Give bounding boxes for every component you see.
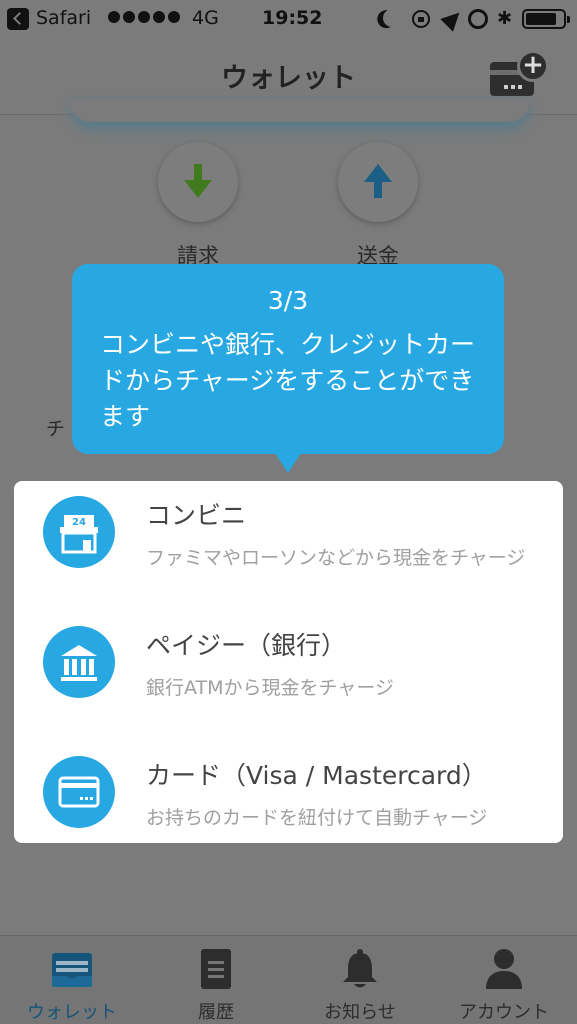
tab-account[interactable]: アカウント — [432, 936, 576, 1024]
bank-icon — [43, 626, 115, 698]
tab-label: お知らせ — [324, 1002, 396, 1023]
alarm-icon — [468, 9, 488, 29]
tab-label: アカウント — [459, 1002, 549, 1023]
tab-label: 履歴 — [198, 1002, 234, 1023]
do-not-disturb-icon — [380, 6, 403, 29]
tooltip-step: 3/3 — [267, 286, 309, 315]
rotation-lock-icon — [412, 10, 430, 28]
status-back-app-label[interactable]: Safari — [36, 7, 91, 29]
charge-label-fragment: チ — [46, 418, 66, 440]
option-title: ペイジー（銀行） — [146, 631, 347, 660]
charge-option-payeasy-bank[interactable]: ペイジー（銀行） 銀行ATMから現金をチャージ — [14, 611, 563, 731]
tab-notifications[interactable]: お知らせ — [288, 936, 432, 1024]
status-bar: Safari 4G 19:52 ✱ — [0, 0, 577, 40]
signal-strength-icon — [108, 11, 180, 23]
charge-option-credit-card[interactable]: カード（Visa / Mastercard） お持ちのカードを紐付けて自動チャー… — [14, 741, 563, 843]
battery-icon — [522, 9, 570, 29]
charge-options-sheet: 24 コンビニ ファミマやローソンなどから現金をチャージ ペイジー（銀行） 銀行… — [14, 481, 563, 843]
tab-history[interactable]: 履歴 — [144, 936, 288, 1024]
clock: 19:52 — [262, 7, 323, 29]
history-icon — [201, 949, 231, 989]
convenience-store-icon: 24 — [43, 496, 115, 568]
location-icon — [440, 6, 466, 32]
arrow-down-icon — [184, 164, 212, 198]
request-button[interactable] — [158, 142, 238, 222]
option-subtitle: お持ちのカードを紐付けて自動チャージ — [146, 807, 488, 829]
account-icon — [486, 949, 522, 989]
wallet-card-edge — [70, 100, 530, 122]
plus-icon[interactable]: + — [517, 50, 549, 82]
tab-wallet[interactable]: ウォレット — [0, 936, 144, 1024]
network-type: 4G — [192, 7, 219, 29]
option-subtitle: ファミマやローソンなどから現金をチャージ — [146, 547, 526, 569]
charge-option-convenience-store[interactable]: 24 コンビニ ファミマやローソンなどから現金をチャージ — [14, 481, 563, 601]
credit-card-icon — [43, 756, 115, 828]
wallet-icon — [52, 953, 92, 987]
option-title: カード（Visa / Mastercard） — [146, 761, 487, 790]
tooltip-text: コンビニや銀行、クレジットカードからチャージをすることができます — [100, 330, 476, 431]
tab-label: ウォレット — [27, 1002, 117, 1023]
onboarding-tooltip[interactable]: 3/3 コンビニや銀行、クレジットカードからチャージをすることができます — [72, 264, 504, 473]
bluetooth-icon: ✱ — [497, 8, 513, 29]
svg-text:24: 24 — [72, 517, 86, 528]
option-title: コンビニ — [146, 501, 247, 530]
tab-bar: ウォレット 履歴 お知らせ アカウント — [0, 935, 577, 1024]
send-button[interactable] — [338, 142, 418, 222]
arrow-up-icon — [364, 164, 392, 198]
option-subtitle: 銀行ATMから現金をチャージ — [146, 677, 394, 699]
bell-icon — [343, 949, 377, 988]
back-to-app-icon[interactable] — [7, 8, 29, 30]
